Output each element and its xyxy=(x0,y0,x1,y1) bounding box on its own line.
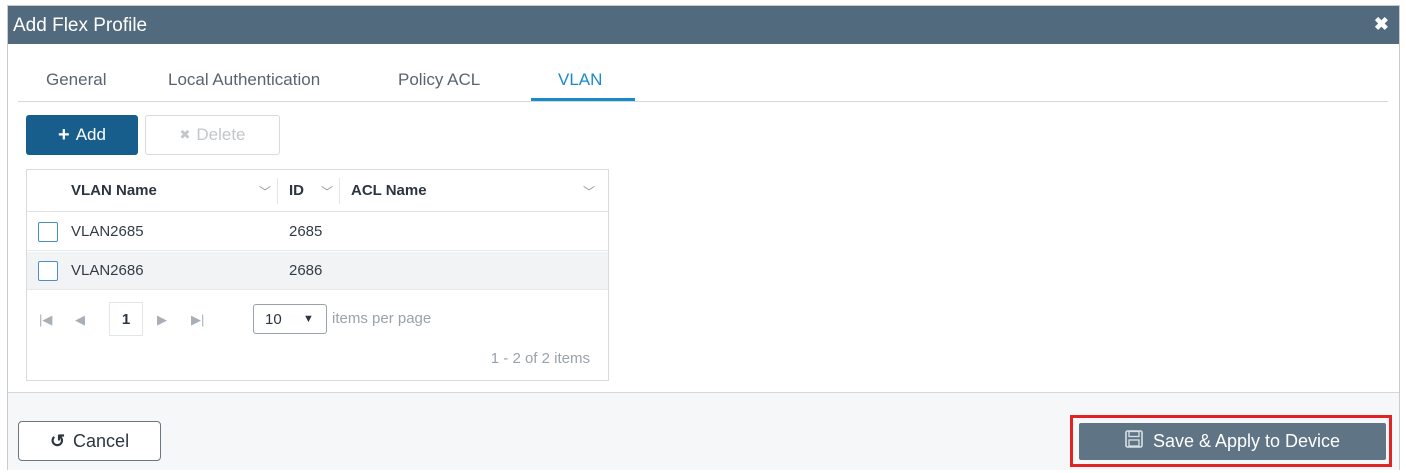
dialog-titlebar: Add Flex Profile ✖ xyxy=(8,6,1399,44)
last-page-icon[interactable]: ▶| xyxy=(191,312,204,328)
vlan-name-cell: VLAN2685 xyxy=(71,223,144,240)
grid-header: VLAN Name ﹀ ID ﹀ ACL Name ﹀ xyxy=(27,170,608,212)
vlan-id-cell: 2686 xyxy=(289,262,323,279)
cancel-button[interactable]: ↺ Cancel xyxy=(18,421,161,461)
tab-vlan[interactable]: VLAN xyxy=(558,70,602,90)
page-size-value: 10 xyxy=(265,311,282,328)
delete-button[interactable]: ✖ Delete xyxy=(145,115,280,155)
undo-icon: ↺ xyxy=(49,430,66,451)
vlan-name-cell: VLAN2686 xyxy=(71,262,144,279)
chevron-down-icon[interactable]: ﹀ xyxy=(259,183,271,200)
vlan-id-cell: 2685 xyxy=(289,223,323,240)
row-checkbox[interactable] xyxy=(38,261,58,281)
plus-icon: + xyxy=(58,123,70,146)
active-tab-indicator xyxy=(531,98,635,101)
dialog-title: Add Flex Profile xyxy=(13,15,148,36)
table-row[interactable]: VLAN2686 2686 xyxy=(27,252,608,290)
save-apply-button[interactable]: Save & Apply to Device xyxy=(1079,423,1386,460)
tab-general[interactable]: General xyxy=(46,70,106,90)
table-row[interactable]: VLAN2685 2685 xyxy=(27,213,608,251)
column-header-acl-name[interactable]: ACL Name xyxy=(351,182,427,199)
column-header-id[interactable]: ID xyxy=(289,182,304,199)
tab-policy-acl[interactable]: Policy ACL xyxy=(398,70,480,90)
dialog-footer: ↺ Cancel Save & Apply to Device xyxy=(8,392,1399,470)
delete-x-icon: ✖ xyxy=(179,127,191,142)
tab-bar: General Local Authentication Policy ACL … xyxy=(18,68,1388,102)
floppy-disk-icon xyxy=(1125,430,1143,453)
item-count: 1 - 2 of 2 items xyxy=(490,350,590,367)
column-divider xyxy=(277,178,278,204)
chevron-down-icon[interactable]: ﹀ xyxy=(583,183,595,200)
first-page-icon[interactable]: |◀ xyxy=(39,312,52,328)
caret-down-icon: ▼ xyxy=(303,313,314,325)
page-size-select[interactable]: 10 ▼ xyxy=(253,304,327,334)
pagination: |◀ ◀ 1 ▶ ▶| 10 ▼ items per page 1 - 2 of… xyxy=(27,294,608,380)
current-page[interactable]: 1 xyxy=(109,302,143,336)
next-page-icon[interactable]: ▶ xyxy=(157,312,167,328)
save-button-label: Save & Apply to Device xyxy=(1152,431,1341,451)
vlan-grid: VLAN Name ﹀ ID ﹀ ACL Name ﹀ VLAN2685 268… xyxy=(26,169,609,381)
close-icon[interactable]: ✖ xyxy=(1374,14,1389,35)
row-checkbox[interactable] xyxy=(38,222,58,242)
tab-local-authentication[interactable]: Local Authentication xyxy=(168,70,320,90)
chevron-down-icon[interactable]: ﹀ xyxy=(321,183,333,200)
column-divider xyxy=(339,178,340,204)
prev-page-icon[interactable]: ◀ xyxy=(75,312,85,328)
add-flex-profile-dialog: Add Flex Profile ✖ General Local Authent… xyxy=(7,5,1400,470)
items-per-page-label: items per page xyxy=(332,310,432,327)
add-button-label: Add xyxy=(75,125,106,144)
cancel-button-label: Cancel xyxy=(73,430,130,451)
delete-button-label: Delete xyxy=(196,125,246,144)
add-button[interactable]: + Add xyxy=(26,115,138,155)
column-header-vlan-name[interactable]: VLAN Name xyxy=(71,182,157,199)
